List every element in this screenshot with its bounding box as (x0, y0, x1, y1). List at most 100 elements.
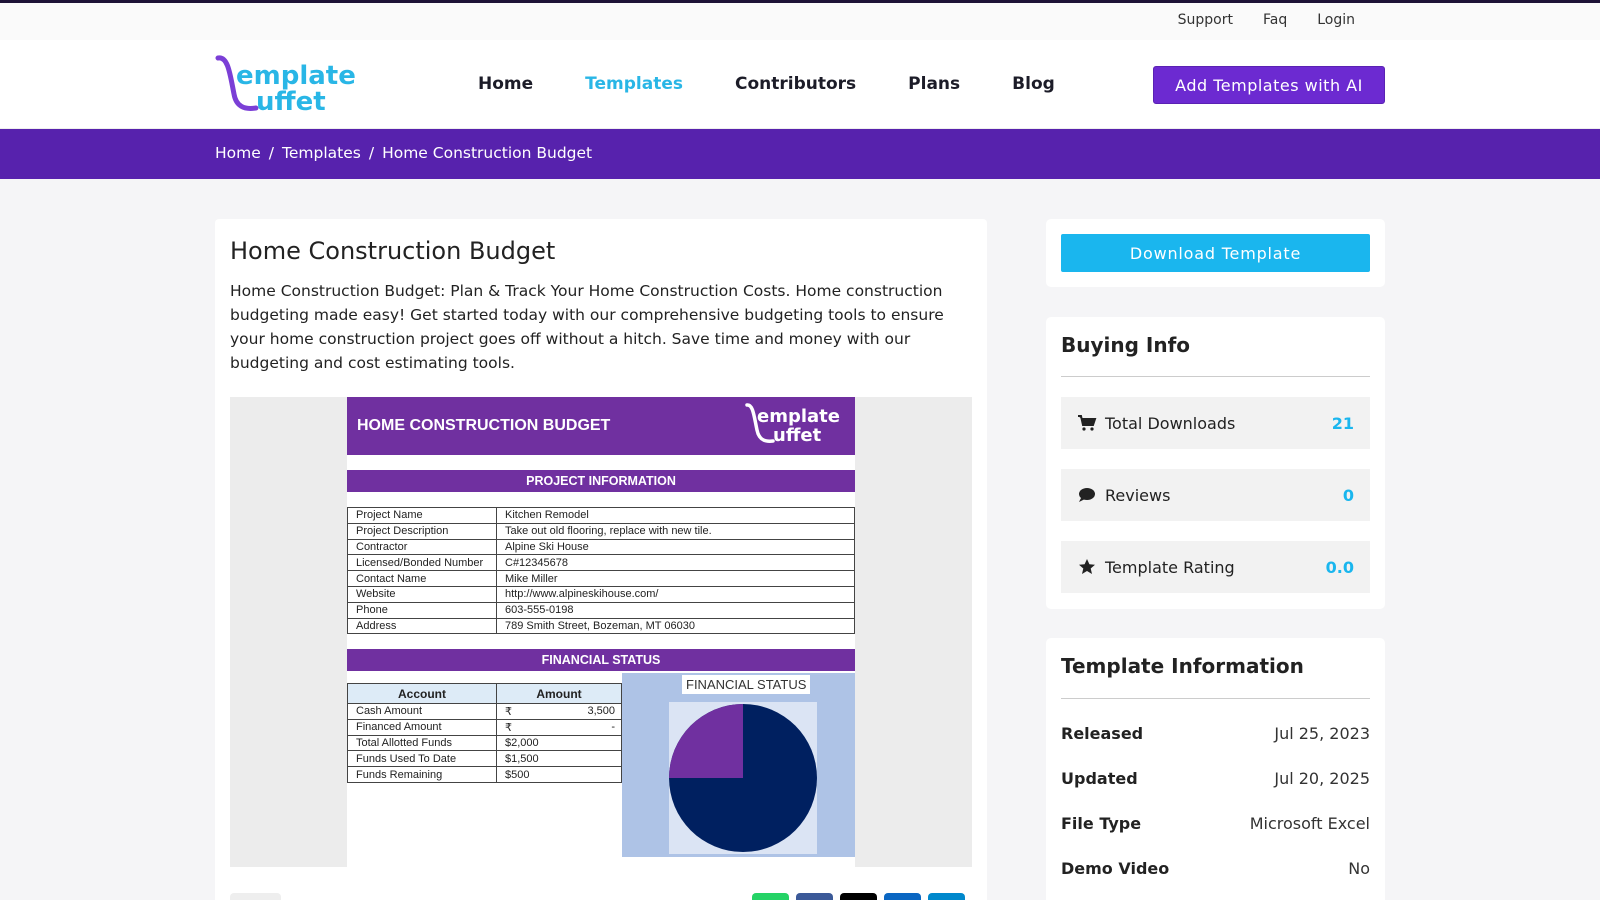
amount-header: Amount (496, 683, 622, 704)
reviews-stat: Reviews 0 (1061, 469, 1370, 521)
project-field-value: http://www.alpineskihouse.com/ (496, 585, 855, 603)
breadcrumb-bar: Home / Templates / Home Construction Bud… (0, 129, 1600, 179)
project-field-label: Website (347, 585, 497, 603)
account-amount: $1,500 (496, 750, 622, 768)
project-info-row: Project Description Take out old flooring… (347, 522, 855, 540)
account-amount: $2,000 (496, 734, 622, 752)
info-value: Jul 20, 2025 (1274, 769, 1370, 788)
project-info-row: Contact Name Mike Miller (347, 570, 855, 587)
total-downloads-stat: Total Downloads 21 (1061, 397, 1370, 449)
stat-value: 0.0 (1325, 557, 1354, 577)
project-info-row: Licensed/Bonded Number C#12345678 (347, 554, 855, 572)
account-row: Financed Amount ₹ - (347, 718, 622, 736)
template-info-heading: Template Information (1061, 654, 1304, 678)
project-info-band: PROJECT INFORMATION (347, 470, 855, 492)
main-navbar: emplate uffet Home Templates Contributor… (0, 40, 1600, 129)
download-card: Download Template (1046, 219, 1385, 287)
amount-prefix: ₹ (505, 705, 512, 718)
info-value: No (1348, 859, 1370, 878)
info-row-updated: Updated Jul 20, 2025 (1061, 769, 1370, 788)
sheet-logo: emplate uffet (745, 403, 840, 446)
svg-text:uffet: uffet (773, 425, 822, 446)
amount-value: 3,500 (587, 704, 615, 717)
project-field-value: Kitchen Remodel (496, 507, 855, 524)
info-key: Released (1061, 724, 1144, 743)
account-name: Total Allotted Funds (347, 734, 497, 752)
template-buffet-logo[interactable]: emplate uffet (214, 54, 360, 114)
login-link[interactable]: Login (1317, 12, 1355, 28)
account-amount: $500 (496, 766, 622, 783)
breadcrumb-separator: / (368, 144, 375, 162)
project-field-label: Contact Name (347, 570, 497, 587)
buying-info-heading: Buying Info (1061, 333, 1191, 357)
breadcrumb-current: Home Construction Budget (382, 144, 593, 162)
project-info-row: Project Name Kitchen Remodel (347, 507, 855, 524)
pie-slice-minor (669, 704, 743, 778)
info-key: File Type (1061, 814, 1142, 833)
faq-link[interactable]: Faq (1263, 12, 1287, 28)
sheet-header: HOME CONSTRUCTION BUDGET emplate uffet (347, 397, 855, 455)
template-detail-card: Home Construction Budget Home Constructi… (215, 219, 987, 900)
account-name: Financed Amount (347, 718, 497, 736)
info-value: Jul 25, 2023 (1274, 724, 1370, 743)
stat-label: Reviews (1105, 485, 1171, 505)
breadcrumb: Home / Templates / Home Construction Bud… (215, 144, 592, 162)
project-info-row: Website http://www.alpineskihouse.com/ (347, 585, 855, 603)
amount-prefix: ₹ (505, 721, 512, 734)
account-row: Funds Remaining $500 (347, 766, 622, 783)
account-table: Account Amount Cash Amount ₹3,500 Financed… (347, 683, 622, 783)
breadcrumb-home[interactable]: Home (215, 144, 261, 162)
linkedin-share-button[interactable] (884, 893, 921, 900)
project-field-label: Project Name (347, 507, 497, 524)
svg-text:emplate: emplate (757, 406, 840, 427)
support-link[interactable]: Support (1178, 12, 1233, 28)
nav-templates[interactable]: Templates (585, 74, 683, 94)
stat-value: 0 (1342, 485, 1354, 505)
add-templates-ai-button[interactable]: Add Templates with AI (1153, 66, 1385, 104)
account-amount: ₹ - (496, 718, 622, 736)
info-row-released: Released Jul 25, 2023 (1061, 724, 1370, 743)
utility-links: Support Faq Login (1178, 12, 1355, 28)
breadcrumb-separator: / (268, 144, 275, 162)
nav-plans[interactable]: Plans (908, 74, 960, 94)
info-key: Updated (1061, 769, 1138, 788)
project-info-row: Contractor Alpine Ski House (347, 538, 855, 556)
project-field-label: Address (347, 617, 497, 635)
template-info-card: Template Information Released Jul 25, 20… (1046, 638, 1385, 900)
project-field-label: Licensed/Bonded Number (347, 554, 497, 572)
stat-label: Total Downloads (1105, 413, 1236, 433)
nav-home[interactable]: Home (478, 74, 533, 94)
account-header: Account (347, 683, 497, 704)
star-icon (1079, 559, 1095, 574)
amount-prefix: $2,000 (505, 736, 539, 749)
page-title: Home Construction Budget (230, 237, 556, 265)
telegram-share-button[interactable] (928, 893, 965, 900)
breadcrumb-templates[interactable]: Templates (282, 144, 361, 162)
download-template-button[interactable]: Download Template (1061, 234, 1370, 272)
account-row: Funds Used To Date $1,500 (347, 750, 622, 768)
chart-plot-area (669, 702, 817, 854)
account-name: Funds Remaining (347, 766, 497, 783)
account-row: Total Allotted Funds $2,000 (347, 734, 622, 752)
amount-value: - (611, 720, 615, 733)
x-share-button[interactable] (840, 893, 877, 900)
template-description: Home Construction Budget: Plan & Track Y… (230, 282, 944, 372)
amount-prefix: $1,500 (505, 752, 539, 765)
template-preview[interactable]: HOME CONSTRUCTION BUDGET emplate uffet P… (230, 397, 972, 867)
primary-nav: Home Templates Contributors Plans Blog (478, 74, 1055, 94)
project-field-value: Alpine Ski House (496, 538, 855, 556)
project-info-table: Project Name Kitchen Remodel Project Descr… (347, 507, 855, 635)
info-row-file-type: File Type Microsoft Excel (1061, 814, 1370, 833)
like-button[interactable] (230, 893, 281, 900)
amount-prefix: $500 (505, 768, 530, 781)
project-field-value: Mike Miller (496, 570, 855, 587)
whatsapp-share-button[interactable] (752, 893, 789, 900)
project-field-label: Project Description (347, 522, 497, 540)
info-value: Microsoft Excel (1249, 814, 1370, 833)
pie-chart (669, 704, 817, 852)
project-field-value: C#12345678 (496, 554, 855, 572)
nav-blog[interactable]: Blog (1012, 74, 1055, 94)
nav-contributors[interactable]: Contributors (735, 74, 856, 94)
facebook-share-button[interactable] (796, 893, 833, 900)
project-field-value: Take out old flooring, replace with new … (496, 522, 855, 540)
